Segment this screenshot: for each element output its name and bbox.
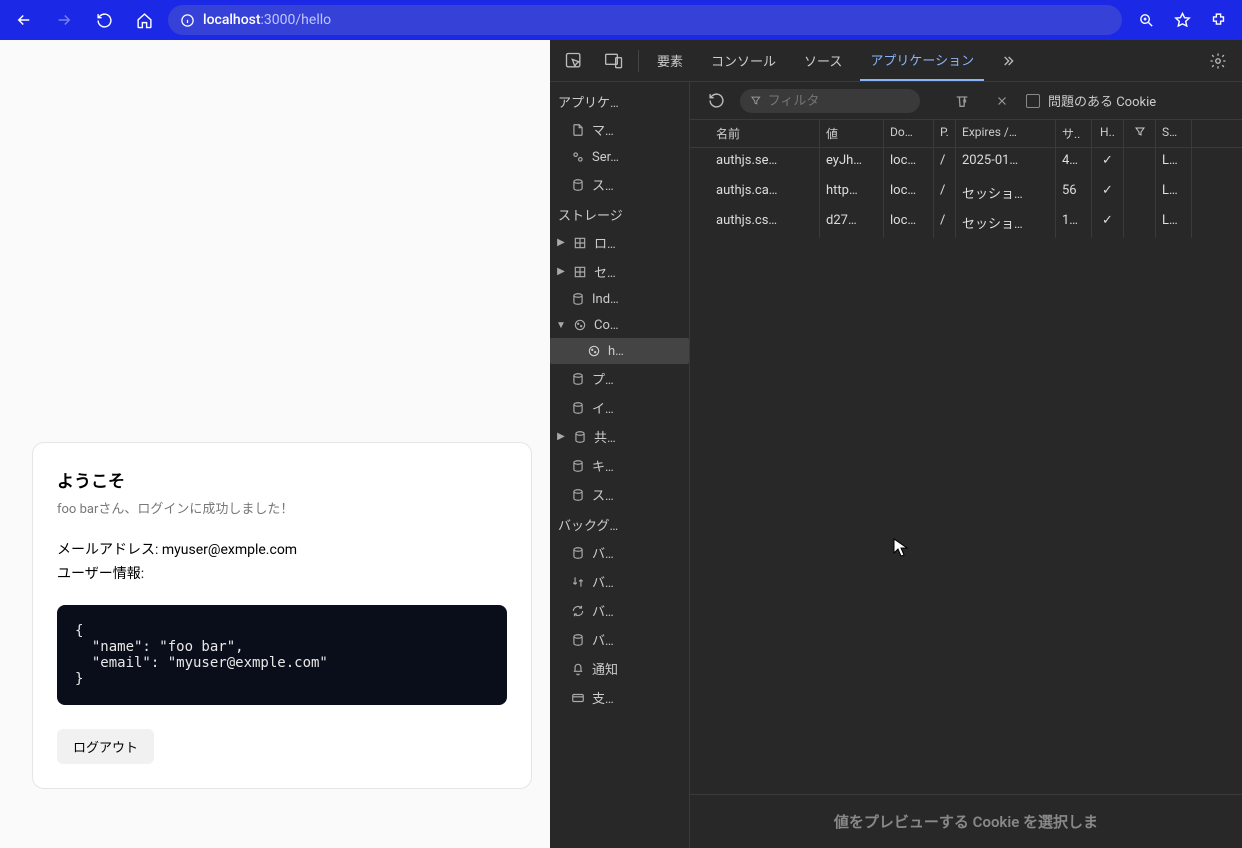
userinfo-label: ユーザー情報: [57, 563, 507, 587]
database-icon [570, 487, 586, 503]
col-size[interactable]: サ.. [1056, 120, 1092, 147]
table-header: 名前 値 Do… P. Expires /… サ.. H.. S… [690, 120, 1242, 148]
devtools-tabs: 要素 コンソール ソース アプリケーション [550, 40, 1242, 82]
sidebar-item-private-state[interactable]: プ… [550, 364, 689, 393]
logout-button[interactable]: ログアウト [57, 729, 154, 764]
sidebar-item-indexeddb[interactable]: Ind… [550, 286, 689, 312]
device-toggle-icon[interactable] [598, 45, 630, 77]
tab-elements[interactable]: 要素 [647, 41, 693, 80]
table-row[interactable]: authjs.ca…http…loc…/セッショ…56✓L… [690, 178, 1242, 208]
sidebar-item-session-storage[interactable]: ▶セ… [550, 257, 689, 286]
sidebar-item-cookie-host[interactable]: h… [550, 338, 689, 364]
forward-button[interactable] [48, 4, 80, 36]
sidebar-item-bounce[interactable]: バ… [550, 625, 689, 654]
user-json: { "name": "foo bar", "email": "myuser@ex… [57, 605, 507, 705]
url-text: localhost:3000/hello [203, 12, 331, 28]
transfer-icon [570, 574, 586, 590]
cookie-icon [572, 317, 588, 333]
col-httponly[interactable]: H.. [1092, 120, 1124, 147]
col-expires[interactable]: Expires /… [956, 120, 1056, 147]
sidebar-item-bgfetch[interactable]: バ… [550, 567, 689, 596]
sidebar-item-cookies[interactable]: ▼Co… [550, 312, 689, 338]
sidebar-item-shared-storage[interactable]: ▶共… [550, 422, 689, 451]
info-icon [180, 13, 195, 28]
issues-label: 問題のある Cookie [1048, 91, 1156, 110]
sidebar-item-manifest[interactable]: マ… [550, 115, 689, 144]
table-row[interactable]: authjs.se…eyJh…loc…/2025-01…4…✓L… [690, 148, 1242, 178]
clear-filter-icon[interactable] [946, 85, 978, 117]
sidebar-item-interest-groups[interactable]: イ… [550, 393, 689, 422]
sidebar-item-local-storage[interactable]: ▶ロ… [550, 228, 689, 257]
col-samesite[interactable]: S… [1156, 120, 1192, 147]
zoom-button[interactable] [1130, 4, 1162, 36]
sidebar-item-notifications[interactable]: 通知 [550, 654, 689, 683]
sidebar-item-bfcache[interactable]: バ… [550, 538, 689, 567]
sidebar-section-storage: ストレージ [550, 199, 689, 228]
database-icon [570, 458, 586, 474]
back-button[interactable] [8, 4, 40, 36]
filter-input[interactable] [740, 89, 920, 113]
sync-icon [570, 603, 586, 619]
database-icon [570, 400, 586, 416]
tab-sources[interactable]: ソース [794, 41, 852, 80]
col-name[interactable]: 名前 [690, 120, 820, 147]
cookie-detail-hint: 値をプレビューする Cookie を選択しま [690, 794, 1242, 848]
card-title: ようこそ [57, 467, 507, 492]
sidebar-item-bgsync[interactable]: バ… [550, 596, 689, 625]
database-icon [570, 632, 586, 648]
clear-all-icon[interactable] [986, 85, 1018, 117]
card-icon [570, 690, 586, 706]
sidebar-item-payment[interactable]: 支… [550, 683, 689, 712]
more-tabs-icon[interactable] [992, 45, 1024, 77]
tab-console[interactable]: コンソール [701, 41, 786, 80]
filter-icon [750, 94, 762, 107]
email-row: メールアドレス: myuser@exmple.com [57, 539, 507, 563]
application-sidebar: アプリケ… マ… Ser… ス… ストレージ ▶ロ… ▶セ… Ind… ▼Co…… [550, 82, 690, 848]
page-content: ようこそ foo barさん、ログインに成功しました！ メールアドレス: myu… [0, 40, 550, 848]
tab-application[interactable]: アプリケーション [860, 40, 984, 81]
reload-button[interactable] [88, 4, 120, 36]
col-path[interactable]: P. [934, 120, 956, 147]
sidebar-section-application: アプリケ… [550, 86, 689, 115]
file-icon [570, 122, 586, 138]
cookie-icon [586, 343, 602, 359]
col-value[interactable]: 値 [820, 120, 884, 147]
sidebar-item-storage-buckets[interactable]: ス… [550, 480, 689, 509]
refresh-icon[interactable] [700, 85, 732, 117]
grid-icon [572, 235, 588, 251]
card-subtitle: foo barさん、ログインに成功しました！ [57, 498, 507, 517]
sidebar-item-cache-storage[interactable]: キ… [550, 451, 689, 480]
cookies-table: 名前 値 Do… P. Expires /… サ.. H.. S… authjs… [690, 120, 1242, 794]
browser-toolbar: localhost:3000/hello [0, 0, 1242, 40]
sidebar-item-service-workers[interactable]: Ser… [550, 144, 689, 170]
sidebar-item-storage[interactable]: ス… [550, 170, 689, 199]
table-row[interactable]: authjs.cs…d27…loc…/セッショ…1…✓L… [690, 208, 1242, 238]
settings-icon[interactable] [1202, 45, 1234, 77]
extensions-button[interactable] [1202, 4, 1234, 36]
database-icon [570, 371, 586, 387]
address-bar[interactable]: localhost:3000/hello [168, 5, 1122, 35]
bell-icon [570, 661, 586, 677]
database-icon [572, 429, 588, 445]
welcome-card: ようこそ foo barさん、ログインに成功しました！ メールアドレス: myu… [32, 442, 532, 789]
issues-checkbox[interactable] [1026, 94, 1040, 108]
sidebar-section-background: バックグ… [550, 509, 689, 538]
col-secure[interactable] [1124, 120, 1156, 147]
database-icon [570, 545, 586, 561]
cookies-toolbar: 問題のある Cookie [690, 82, 1242, 120]
database-icon [570, 291, 586, 307]
col-domain[interactable]: Do… [884, 120, 934, 147]
grid-icon [572, 264, 588, 280]
devtools-panel: 要素 コンソール ソース アプリケーション アプリケ… マ… Ser… ス… ス… [550, 40, 1242, 848]
home-button[interactable] [128, 4, 160, 36]
database-icon [570, 177, 586, 193]
bookmark-button[interactable] [1166, 4, 1198, 36]
inspect-icon[interactable] [558, 45, 590, 77]
gear-icon [570, 149, 586, 165]
